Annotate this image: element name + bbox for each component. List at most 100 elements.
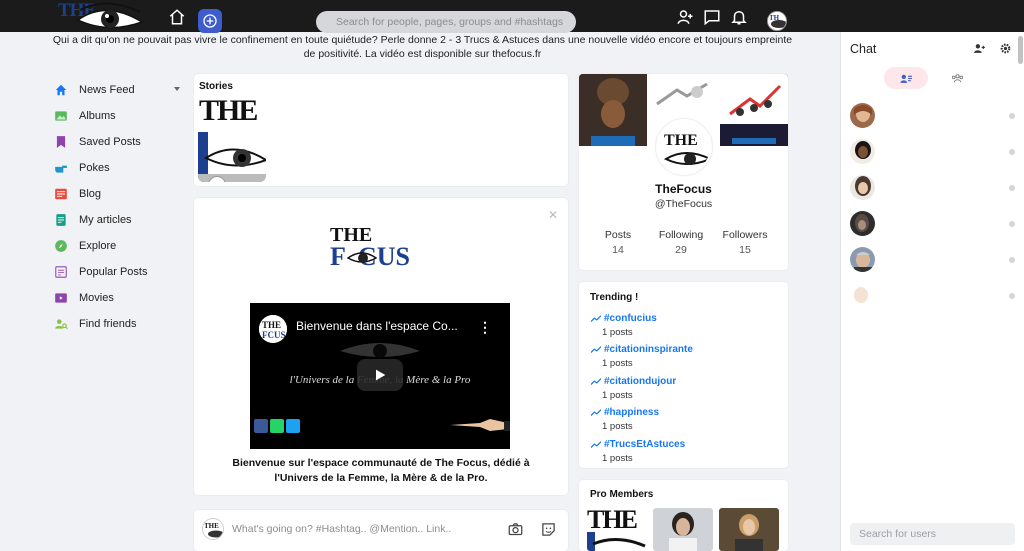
sidebar-item-pokes[interactable]: Pokes xyxy=(54,155,184,181)
add-group-icon[interactable] xyxy=(973,42,986,55)
bookmark-icon xyxy=(54,135,68,149)
chat-contact-avatar[interactable] xyxy=(850,175,875,200)
trending-item[interactable]: #happiness 1 posts xyxy=(591,407,659,432)
chat-contact-avatar[interactable] xyxy=(850,247,875,272)
trending-tag[interactable]: #citationinspirante xyxy=(604,344,693,355)
pro-member-tile[interactable] xyxy=(653,508,713,551)
more-vert-icon[interactable]: ⋮ xyxy=(478,319,492,336)
stat-posts[interactable]: Posts 14 xyxy=(588,229,648,256)
trending-item[interactable]: #confucius 1 posts xyxy=(591,313,657,338)
sidebar-item-find-friends[interactable]: Find friends xyxy=(54,311,184,337)
trending-up-icon xyxy=(591,408,601,416)
sidebar-item-label: Popular Posts xyxy=(79,266,148,278)
home-icon[interactable] xyxy=(168,8,186,26)
messages-icon[interactable] xyxy=(703,8,721,26)
offline-status-dot xyxy=(1009,257,1015,263)
stories-title: Stories xyxy=(199,81,233,92)
sidebar-item-news-feed[interactable]: News Feed xyxy=(54,77,184,103)
play-button[interactable] xyxy=(357,359,403,391)
caret-down-icon[interactable] xyxy=(174,87,180,91)
sidebar-item-blog[interactable]: Blog xyxy=(54,181,184,207)
trending-tag[interactable]: #confucius xyxy=(604,313,657,324)
stat-value: 29 xyxy=(675,244,687,256)
home-icon xyxy=(54,83,68,97)
chat-search-input[interactable] xyxy=(850,523,1015,545)
bell-icon[interactable] xyxy=(730,8,748,26)
popular-icon xyxy=(54,265,68,279)
social-icons xyxy=(254,419,300,433)
sidebar-item-label: News Feed xyxy=(79,84,135,96)
sidebar-item-popular-posts[interactable]: Popular Posts xyxy=(54,259,184,285)
sidebar-item-albums[interactable]: Albums xyxy=(54,103,184,129)
trending-tag[interactable]: #citationdujour xyxy=(604,376,676,387)
image-icon xyxy=(54,109,68,123)
twitter-icon[interactable] xyxy=(286,419,300,433)
trending-count: 1 posts xyxy=(602,358,633,369)
facebook-icon[interactable] xyxy=(254,419,268,433)
post-caption: Bienvenue sur l'espace communauté de The… xyxy=(232,457,530,484)
create-plus-button[interactable] xyxy=(198,9,222,33)
chat-contact-avatar[interactable] xyxy=(850,211,875,236)
youtube-video-embed[interactable]: THE FCUS Bienvenue dans l'espace Co... ⋮ … xyxy=(250,303,510,449)
sidebar-item-saved-posts[interactable]: Saved Posts xyxy=(54,129,184,155)
stat-followers[interactable]: Followers 15 xyxy=(715,229,775,256)
the-focus-logo: THE F CUS xyxy=(330,224,432,271)
chat-contact-avatar[interactable] xyxy=(850,283,875,308)
search-input[interactable] xyxy=(316,11,576,33)
post-composer-input[interactable] xyxy=(232,521,502,537)
sidebar-item-my-articles[interactable]: My articles xyxy=(54,207,184,233)
svg-text:FCUS: FCUS xyxy=(262,330,286,340)
create-story-tile[interactable]: THE + xyxy=(198,96,266,182)
profile-avatar[interactable]: THE xyxy=(656,119,712,175)
trending-up-icon xyxy=(591,345,601,353)
find-friends-icon xyxy=(54,317,68,331)
trending-item[interactable]: #citationinspirante 1 posts xyxy=(591,344,693,369)
trending-count: 1 posts xyxy=(602,421,633,432)
scrollbar-thumb[interactable] xyxy=(1018,36,1023,64)
trending-item[interactable]: #TrucsEtAstuces 1 posts xyxy=(591,439,685,464)
stat-label: Followers xyxy=(722,229,768,241)
chat-tab-users[interactable] xyxy=(884,67,928,89)
profile-name[interactable]: TheFocus xyxy=(579,182,788,196)
sticker-icon[interactable] xyxy=(541,522,556,537)
pro-member-tile[interactable] xyxy=(719,508,779,551)
chat-contact-avatar[interactable] xyxy=(850,103,875,128)
close-icon[interactable]: ✕ xyxy=(548,208,558,222)
svg-text:THE: THE xyxy=(204,522,219,530)
sidebar-item-label: My articles xyxy=(79,214,132,226)
group-icon xyxy=(951,73,963,82)
cover-photo-middle xyxy=(647,74,720,114)
left-sidebar: News Feed Albums Saved Posts Pokes Blog … xyxy=(54,77,184,337)
blog-icon xyxy=(54,187,68,201)
trending-item[interactable]: #citationdujour 1 posts xyxy=(591,376,676,401)
chat-title: Chat xyxy=(850,42,877,56)
cover-photo-right xyxy=(720,74,788,146)
hand-point-icon xyxy=(54,161,68,175)
pointing-hand-icon xyxy=(450,419,510,431)
whatsapp-icon[interactable] xyxy=(270,419,284,433)
stat-value: 14 xyxy=(612,244,624,256)
stat-value: 15 xyxy=(739,244,751,256)
user-avatar[interactable]: TH xyxy=(767,11,787,31)
movie-icon xyxy=(54,291,68,305)
compass-icon xyxy=(54,239,68,253)
add-user-icon[interactable] xyxy=(676,8,694,26)
svg-text:THE: THE xyxy=(664,132,698,149)
stat-following[interactable]: Following 29 xyxy=(651,229,711,256)
sidebar-item-label: Albums xyxy=(79,110,116,122)
gear-icon[interactable] xyxy=(999,42,1012,55)
announcement-text: Qui a dit qu'on ne pouvait pas vivre le … xyxy=(52,34,793,60)
trending-count: 1 posts xyxy=(602,453,633,464)
trending-up-icon xyxy=(591,314,601,322)
trending-tag[interactable]: #happiness xyxy=(604,407,659,418)
camera-icon[interactable] xyxy=(508,522,523,537)
channel-avatar[interactable]: THE FCUS xyxy=(259,315,287,343)
trending-tag[interactable]: #TrucsEtAstuces xyxy=(604,439,685,450)
top-bar: THE TH xyxy=(0,0,1024,33)
chat-tab-groups[interactable] xyxy=(935,67,979,89)
pro-member-tile[interactable]: THE xyxy=(587,508,647,551)
chat-contact-avatar[interactable] xyxy=(850,139,875,164)
sidebar-item-explore[interactable]: Explore xyxy=(54,233,184,259)
sidebar-item-label: Movies xyxy=(79,292,114,304)
sidebar-item-movies[interactable]: Movies xyxy=(54,285,184,311)
